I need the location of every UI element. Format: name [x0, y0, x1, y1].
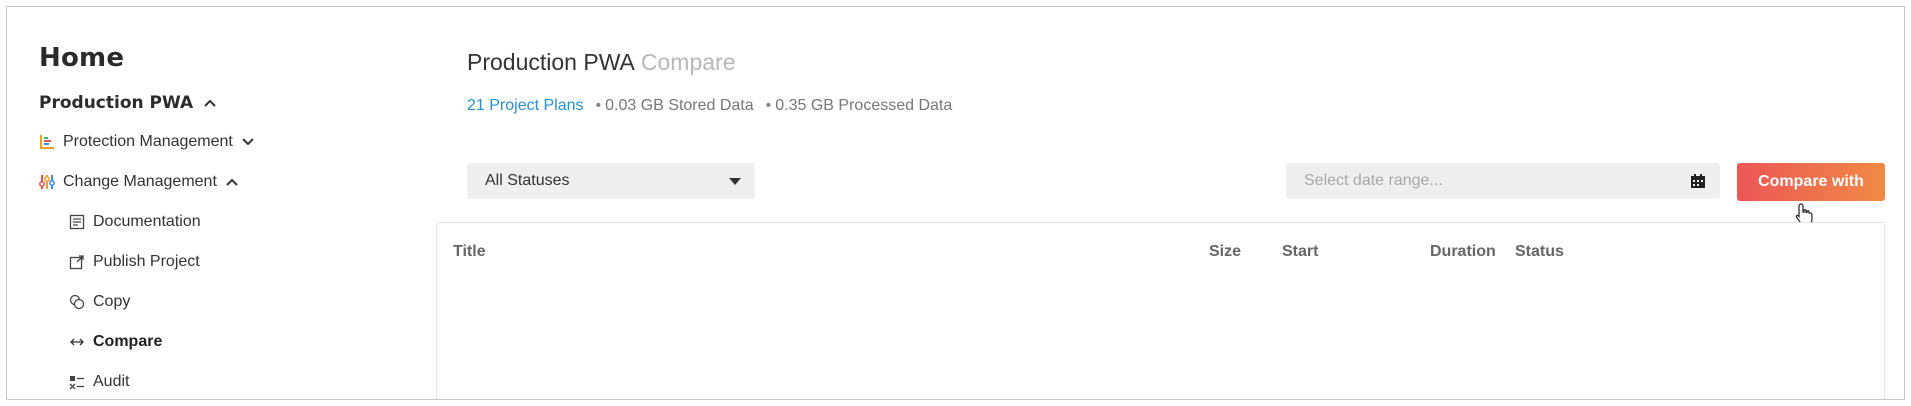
protection-icon: [40, 135, 54, 149]
pwa-section-header[interactable]: Production PWA: [39, 93, 217, 113]
sidebar: Home Production PWA Protection Managemen…: [7, 7, 427, 399]
caret-down-icon: [729, 177, 741, 185]
chevron-up-icon[interactable]: [203, 96, 217, 110]
document-icon: [69, 214, 85, 230]
date-range-placeholder: Select date range...: [1304, 172, 1443, 189]
column-header-size[interactable]: Size: [1209, 243, 1241, 261]
sidebar-item-label: Publish Project: [93, 253, 200, 270]
sidebar-item-label: Copy: [93, 293, 131, 310]
change-management-icon: [39, 175, 55, 189]
status-filter-dropdown[interactable]: All Statuses: [467, 163, 755, 199]
sidebar-item-publish-project[interactable]: Publish Project: [69, 253, 200, 271]
compare-arrows-icon: [70, 338, 84, 346]
status-filter-value: All Statuses: [485, 172, 570, 189]
audit-icon: [69, 376, 84, 390]
publish-icon: [69, 255, 84, 270]
sidebar-item-audit[interactable]: Audit: [69, 373, 129, 391]
column-header-start[interactable]: Start: [1282, 243, 1318, 261]
home-link[interactable]: Home: [39, 43, 124, 73]
chevron-up-icon[interactable]: [225, 175, 239, 189]
compare-with-button[interactable]: Compare with: [1737, 163, 1885, 201]
sidebar-item-compare[interactable]: Compare: [69, 333, 162, 351]
column-header-status[interactable]: Status: [1515, 243, 1564, 261]
app-frame: Home Production PWA Protection Managemen…: [6, 6, 1905, 400]
sidebar-item-label: Protection Management: [63, 133, 233, 150]
stats-bar: 21 Project Plans • 0.03 GB Stored Data • 0…: [467, 97, 952, 115]
column-header-title[interactable]: Title: [453, 243, 486, 261]
sidebar-item-change-management[interactable]: Change Management: [39, 173, 239, 191]
processed-data-stat: • 0.35 GB Processed Data: [765, 97, 953, 114]
sidebar-item-copy[interactable]: Copy: [69, 293, 130, 311]
stored-data-stat: • 0.03 GB Stored Data: [595, 97, 754, 114]
projects-table: Title Size Start Duration Status: [436, 222, 1885, 399]
column-header-duration[interactable]: Duration: [1430, 243, 1496, 261]
page-title: Production PWA Compare: [467, 49, 736, 76]
date-range-input[interactable]: Select date range...: [1286, 163, 1720, 199]
chevron-down-icon[interactable]: [241, 135, 255, 149]
calendar-icon[interactable]: [1690, 173, 1706, 189]
main-content: Production PWA Compare 21 Project Plans •…: [427, 7, 1904, 399]
sidebar-item-label: Change Management: [63, 173, 217, 190]
project-plans-link[interactable]: 21 Project Plans: [467, 97, 584, 115]
pwa-label: Production PWA: [39, 93, 194, 113]
page-subtitle: Compare: [640, 49, 736, 75]
sidebar-item-documentation[interactable]: Documentation: [69, 213, 201, 231]
sidebar-item-protection-management[interactable]: Protection Management: [39, 133, 255, 151]
copy-icon: [69, 294, 85, 310]
page-title-text: Production PWA: [467, 49, 635, 75]
sidebar-item-label: Audit: [93, 373, 130, 390]
sidebar-item-label: Compare: [93, 333, 163, 350]
sidebar-item-label: Documentation: [93, 213, 201, 230]
